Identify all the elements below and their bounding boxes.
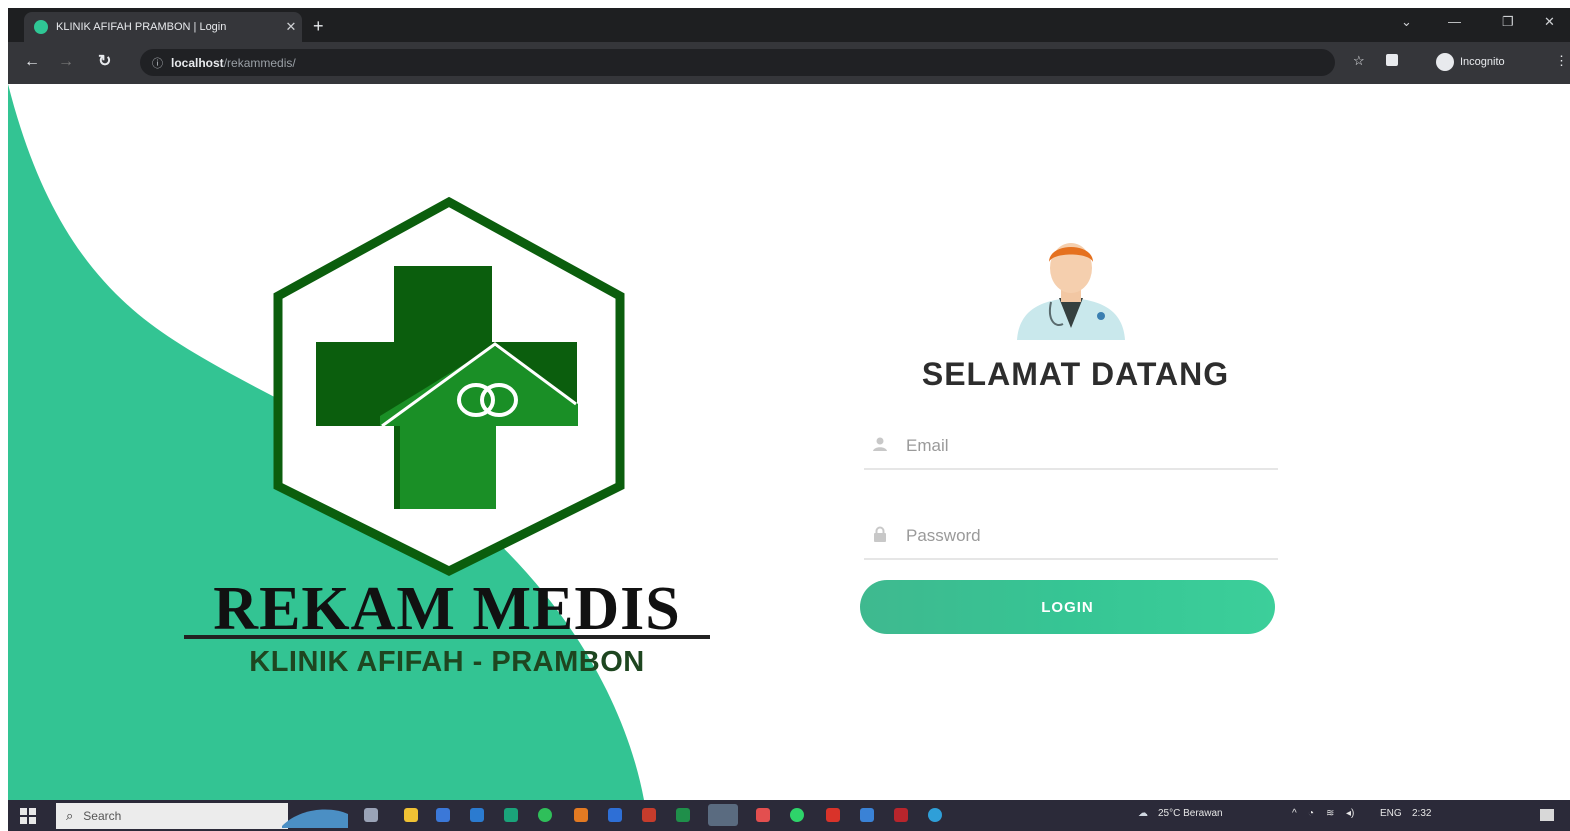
powerpoint-app-icon[interactable] xyxy=(642,808,656,822)
brand-subtitle: KLINIK AFIFAH - PRAMBON xyxy=(249,646,645,678)
volume-icon[interactable]: ◂) xyxy=(1346,808,1354,819)
excel-app-icon[interactable] xyxy=(676,808,690,822)
restore-button[interactable]: ❐ xyxy=(1502,14,1514,30)
windows-start-icon[interactable] xyxy=(20,808,36,824)
reload-button[interactable]: ↻ xyxy=(98,51,111,73)
brand-title: REKAM MEDIS xyxy=(213,575,681,643)
app-darkred-icon[interactable] xyxy=(894,808,908,822)
task-view-icon[interactable] xyxy=(364,808,378,822)
store-app-icon[interactable] xyxy=(470,808,484,822)
network-icon[interactable]: ◔ xyxy=(1308,808,1314,819)
brand-divider xyxy=(184,635,710,639)
word-app-icon[interactable] xyxy=(608,808,622,822)
forward-button[interactable]: → xyxy=(58,51,74,73)
tray-expand-icon[interactable]: ^ xyxy=(1292,808,1297,819)
file-explorer-icon[interactable] xyxy=(404,808,418,822)
incognito-icon xyxy=(1436,53,1454,71)
back-button[interactable]: ← xyxy=(24,51,40,73)
browser-menu-button[interactable]: ⋮ xyxy=(1555,53,1568,69)
whatsapp-icon[interactable] xyxy=(790,808,804,822)
url-path: /rekammedis/ xyxy=(223,55,296,70)
password-field-group xyxy=(864,514,1278,560)
favicon-icon xyxy=(34,20,48,34)
language-indicator[interactable]: ENG xyxy=(1380,808,1402,819)
weather-text[interactable]: 25°C Berawan xyxy=(1158,808,1223,819)
active-chrome-icon[interactable] xyxy=(708,804,738,826)
email-input[interactable] xyxy=(904,430,1268,462)
taskbar-search-box[interactable]: ⌕ Search xyxy=(56,803,288,829)
notification-icon[interactable] xyxy=(1540,809,1554,821)
incognito-badge[interactable]: Incognito xyxy=(1436,50,1505,74)
close-window-button[interactable]: ✕ xyxy=(1544,14,1555,30)
search-icon: ⌕ xyxy=(66,808,74,823)
side-panel-icon[interactable] xyxy=(1386,54,1398,66)
tab-search-button[interactable]: ⌄ xyxy=(1401,14,1412,30)
browser-chrome: KLINIK AFIFAH PRAMBON | Login ✕ + ⌄ — ❐ … xyxy=(8,8,1570,84)
search-highlight-icon xyxy=(282,809,348,828)
minimize-button[interactable]: — xyxy=(1448,14,1461,29)
app-cyan-icon[interactable] xyxy=(928,808,942,822)
doctor-avatar-icon xyxy=(1017,243,1125,340)
browser-tab[interactable]: KLINIK AFIFAH PRAMBON | Login ✕ xyxy=(24,12,302,42)
password-input[interactable] xyxy=(904,520,1268,552)
welcome-heading: SELAMAT DATANG xyxy=(921,356,1230,392)
weather-cloud-icon[interactable]: ☁ xyxy=(1138,808,1148,819)
address-bar[interactable]: ⓘ localhost/rekammedis/ xyxy=(140,49,1335,76)
email-field-group xyxy=(864,424,1278,470)
clock-time[interactable]: 2:32 xyxy=(1412,808,1431,819)
site-info-icon[interactable]: ⓘ xyxy=(152,55,163,71)
tab-close-button[interactable]: ✕ xyxy=(280,19,302,35)
tab-title: KLINIK AFIFAH PRAMBON | Login xyxy=(56,21,227,33)
app-blue-icon[interactable] xyxy=(860,808,874,822)
new-tab-button[interactable]: + xyxy=(313,16,324,36)
incognito-label: Incognito xyxy=(1460,56,1505,68)
login-button[interactable]: LOGIN xyxy=(860,580,1275,634)
bookmark-star-icon[interactable]: ☆ xyxy=(1353,53,1365,69)
edge-browser-icon[interactable] xyxy=(504,808,518,822)
user-icon xyxy=(873,437,887,451)
wifi-icon[interactable]: ≋ xyxy=(1326,808,1334,819)
lock-icon xyxy=(874,526,886,542)
chrome-browser-icon[interactable] xyxy=(538,808,552,822)
clinic-logo-icon xyxy=(273,196,625,577)
login-page: REKAM MEDIS KLINIK AFIFAH - PRAMBON SELA… xyxy=(8,84,1570,800)
taskbar-search-placeholder: Search xyxy=(83,809,122,823)
browser-toolbar: ← → ↻ ⓘ localhost/rekammedis/ ☆ Incognit… xyxy=(8,42,1570,84)
tab-bar: KLINIK AFIFAH PRAMBON | Login ✕ + ⌄ — ❐ … xyxy=(8,8,1570,42)
mail-app-icon[interactable] xyxy=(436,808,450,822)
app-orange-icon[interactable] xyxy=(574,808,588,822)
url-host: localhost xyxy=(171,55,224,70)
app-red-icon[interactable] xyxy=(756,808,770,822)
windows-taskbar: ⌕ Search ☁ 25°C Berawan ^ ◔ ≋ ◂) ENG 2:3… xyxy=(8,800,1570,831)
pdf-app-icon[interactable] xyxy=(826,808,840,822)
